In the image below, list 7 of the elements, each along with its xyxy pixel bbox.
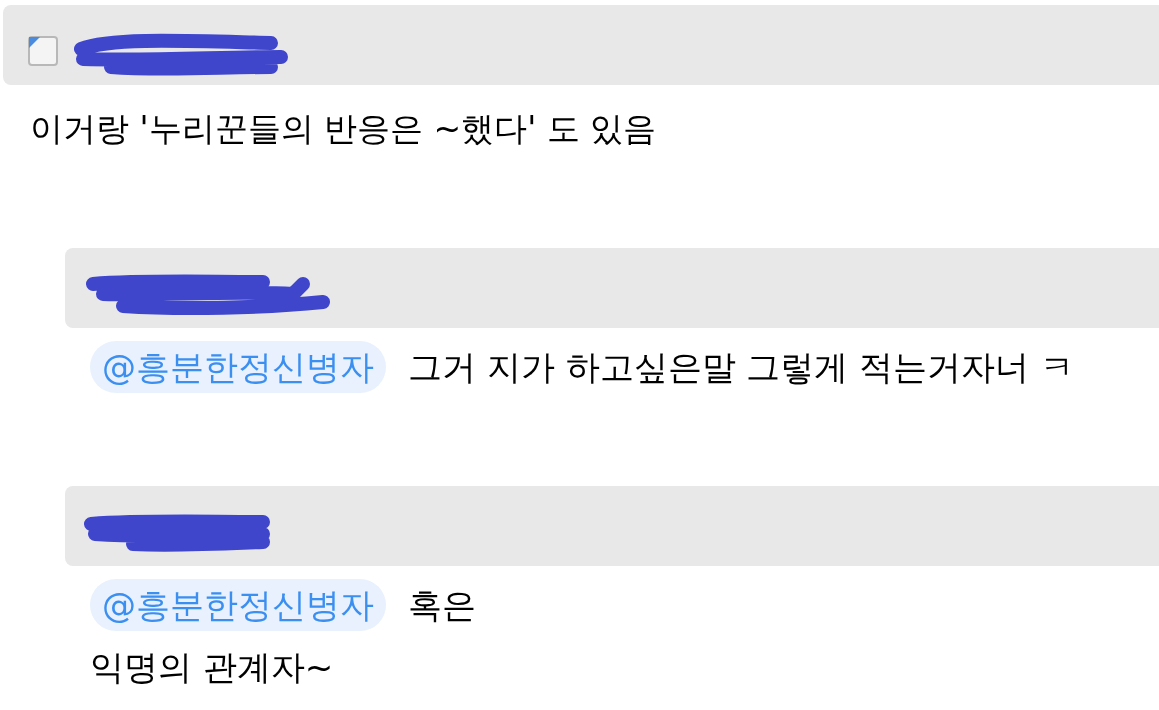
- comment-text: 혹은: [408, 583, 476, 627]
- user-badge-icon: [28, 36, 58, 66]
- comment-text: 익명의 관계자~: [90, 645, 334, 689]
- comment-text: 이거랑 '누리꾼들의 반응은 ~했다' 도 있음: [30, 108, 657, 151]
- mention-tag[interactable]: @흥분한정신병자: [90, 579, 386, 631]
- mention-tag[interactable]: @흥분한정신병자: [90, 341, 386, 393]
- comment-text: 그거 지가 하고싶은말 그렇게 적는거자너 ㅋ: [408, 345, 1075, 389]
